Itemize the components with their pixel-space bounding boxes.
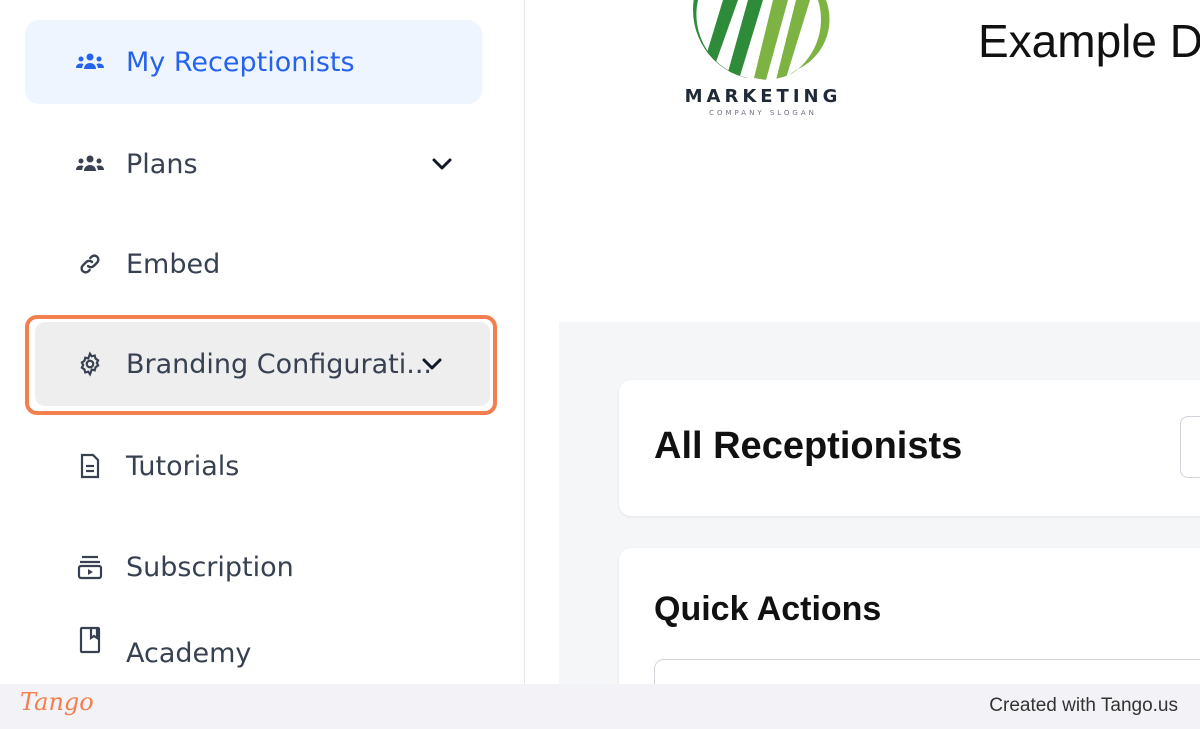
tango-credit: Created with Tango.us <box>989 695 1178 716</box>
subscription-icon <box>76 553 104 581</box>
all-receptionists-card: All Receptionists <box>619 380 1200 516</box>
chevron-down-icon[interactable] <box>420 352 444 376</box>
book-icon <box>76 626 104 654</box>
link-icon <box>76 250 104 278</box>
tango-logo: Tango <box>20 688 94 716</box>
sidebar-item-academy[interactable]: Academy <box>25 626 482 684</box>
sidebar-item-embed[interactable]: Embed <box>25 222 482 306</box>
page-title: Example D <box>978 15 1200 67</box>
card-title: All Receptionists <box>654 425 963 467</box>
sidebar-item-label: My Receptionists <box>126 46 355 78</box>
document-icon <box>76 452 104 480</box>
sidebar-item-label: Academy <box>126 638 252 669</box>
sidebar-item-label: Embed <box>126 248 221 280</box>
sidebar-item-subscription[interactable]: Subscription <box>25 525 482 609</box>
users-icon <box>76 48 104 76</box>
sidebar-item-tutorials[interactable]: Tutorials <box>25 424 482 508</box>
users-icon <box>76 150 104 178</box>
logo-slogan: COMPANY SLOGAN <box>709 109 817 117</box>
sidebar-item-my-receptionists[interactable]: My Receptionists <box>25 20 482 104</box>
chevron-down-icon[interactable] <box>430 152 454 176</box>
sidebar-item-label: Branding Configurati... <box>126 348 432 380</box>
sidebar-item-label: Plans <box>126 148 198 180</box>
gear-icon <box>76 350 104 378</box>
logo-wordmark: MARKETING <box>684 86 842 107</box>
sidebar-item-label: Subscription <box>126 551 294 583</box>
sidebar-item-branding-configuration-content[interactable]: Branding Configurati... <box>25 322 482 406</box>
sidebar-item-label: Tutorials <box>126 450 240 482</box>
card-title: Quick Actions <box>654 590 882 628</box>
card-control[interactable] <box>1180 416 1200 478</box>
sidebar-item-plans[interactable]: Plans <box>25 122 482 206</box>
